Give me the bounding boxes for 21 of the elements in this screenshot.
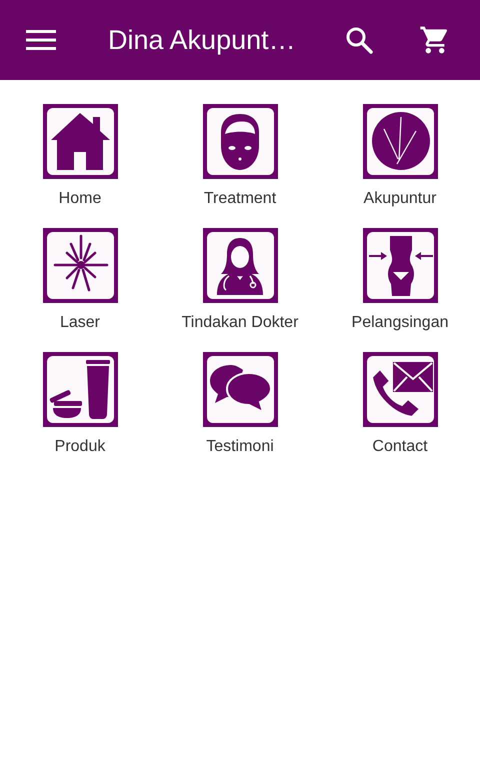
face-icon	[202, 104, 278, 179]
menu-tile[interactable]: Treatment	[160, 104, 320, 208]
cosmetics-icon	[42, 352, 118, 427]
app-title: Dina Akupunt…	[108, 24, 297, 56]
doctor-icon	[202, 228, 278, 303]
house-icon	[42, 104, 118, 179]
burst-icon	[42, 228, 118, 303]
search-icon[interactable]	[345, 26, 373, 54]
menu-tile[interactable]: Produk	[0, 352, 160, 456]
needles-icon	[362, 104, 438, 179]
menu-icon[interactable]	[26, 29, 56, 51]
phone-mail-icon	[362, 352, 438, 427]
menu-tile[interactable]: Testimoni	[160, 352, 320, 456]
menu-tile[interactable]: Pelangsingan	[320, 228, 480, 332]
menu-tile[interactable]: Contact	[320, 352, 480, 456]
menu-tile[interactable]: Tindakan Dokter	[160, 228, 320, 332]
menu-tile[interactable]: Akupuntur	[320, 104, 480, 208]
menu-tile[interactable]: Home	[0, 104, 160, 208]
waist-icon	[362, 228, 438, 303]
chat-bubbles-icon	[202, 352, 278, 427]
menu-tile[interactable]: Laser	[0, 228, 160, 332]
